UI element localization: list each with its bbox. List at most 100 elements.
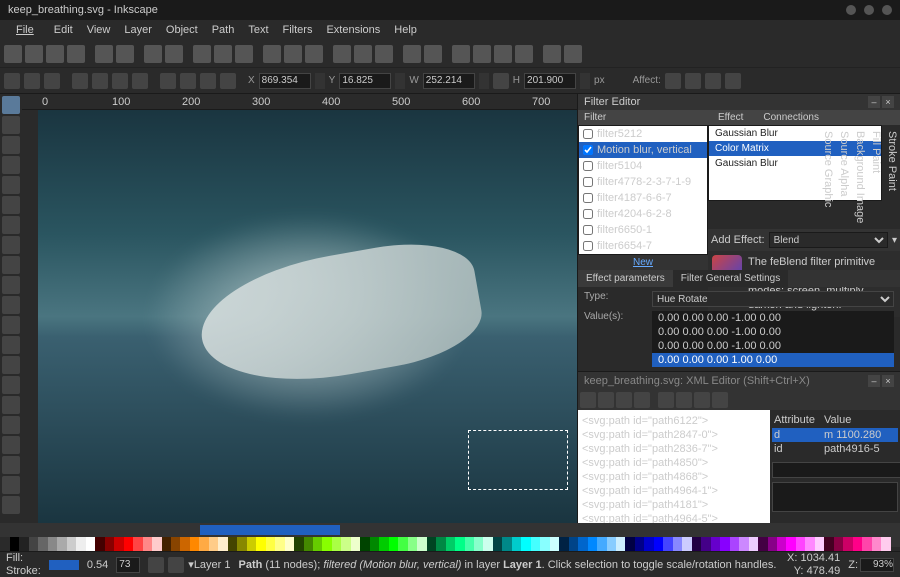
bezier-tool[interactable]: [2, 316, 20, 334]
affect-stroke-icon[interactable]: [665, 73, 681, 89]
ruler-horizontal[interactable]: 0100200300400500600700: [22, 94, 577, 110]
menu-view[interactable]: View: [81, 22, 117, 38]
color-swatch[interactable]: [644, 537, 653, 551]
color-swatch[interactable]: [483, 537, 492, 551]
new-filter-link[interactable]: New: [578, 255, 708, 270]
attr-row[interactable]: idpath4916-5: [772, 442, 898, 456]
color-swatch[interactable]: [578, 537, 587, 551]
opacity-value[interactable]: 0.54: [87, 559, 108, 571]
copy-icon[interactable]: [193, 45, 211, 63]
eraser-tool[interactable]: [2, 396, 20, 414]
canvas[interactable]: [38, 110, 577, 523]
zoom-tool[interactable]: [2, 156, 20, 174]
layer-visibility-icon[interactable]: [148, 557, 164, 573]
color-swatch[interactable]: [663, 537, 672, 551]
calligraphy-tool[interactable]: [2, 336, 20, 354]
color-swatch[interactable]: [682, 537, 691, 551]
color-swatch[interactable]: [758, 537, 767, 551]
menu-edit[interactable]: Edit: [48, 22, 79, 38]
color-swatch[interactable]: [199, 537, 208, 551]
color-swatch[interactable]: [417, 537, 426, 551]
flip-v-icon[interactable]: [132, 73, 148, 89]
layer-selector[interactable]: ▾Layer 1: [188, 558, 230, 571]
xml-outdent-icon[interactable]: [676, 392, 692, 408]
menu-file[interactable]: File: [4, 22, 46, 38]
color-swatch[interactable]: [389, 537, 398, 551]
color-swatch[interactable]: [720, 537, 729, 551]
color-swatch[interactable]: [521, 537, 530, 551]
filter-checkbox[interactable]: [583, 193, 593, 203]
color-swatch[interactable]: [351, 537, 360, 551]
color-swatch[interactable]: [379, 537, 388, 551]
color-swatch[interactable]: [218, 537, 227, 551]
filter-item[interactable]: filter4778-2-3-7-1-9: [579, 174, 707, 190]
add-effect-select[interactable]: Blend: [769, 232, 888, 248]
color-swatch[interactable]: [180, 537, 189, 551]
xml-node[interactable]: <svg:path id="path4964-1">: [582, 484, 766, 498]
raise-icon[interactable]: [180, 73, 196, 89]
duplicate-icon[interactable]: [333, 45, 351, 63]
color-swatch[interactable]: [275, 537, 284, 551]
xml-new-text-icon[interactable]: [598, 392, 614, 408]
spiral-tool[interactable]: [2, 276, 20, 294]
paste-icon[interactable]: [235, 45, 253, 63]
xml-delete-icon[interactable]: [634, 392, 650, 408]
panel-close-icon[interactable]: ×: [882, 96, 894, 108]
ellipse-tool[interactable]: [2, 236, 20, 254]
color-swatch[interactable]: [256, 537, 265, 551]
clone-icon[interactable]: [354, 45, 372, 63]
color-swatch[interactable]: [616, 537, 625, 551]
color-swatch[interactable]: [86, 537, 95, 551]
filter-source-tabs[interactable]: Stroke PaintFill PaintBackground ImageSo…: [882, 125, 900, 229]
xml-editor-title[interactable]: keep_breathing.svg: XML Editor (Shift+Ct…: [578, 372, 900, 390]
color-swatch[interactable]: [398, 537, 407, 551]
color-swatch[interactable]: [730, 537, 739, 551]
color-swatch[interactable]: [332, 537, 341, 551]
measure-tool[interactable]: [2, 176, 20, 194]
filter-item[interactable]: filter4187-6-6-7: [579, 190, 707, 206]
filter-item[interactable]: filter4204-6-2-8: [579, 206, 707, 222]
menu-path[interactable]: Path: [206, 22, 241, 38]
color-swatch[interactable]: [171, 537, 180, 551]
color-swatch[interactable]: [124, 537, 133, 551]
color-swatch[interactable]: [815, 537, 824, 551]
cut-icon[interactable]: [214, 45, 232, 63]
lock-icon[interactable]: [493, 73, 509, 89]
attr-row[interactable]: dm 1100.280: [772, 428, 898, 442]
color-swatch[interactable]: [427, 537, 436, 551]
align-icon[interactable]: [515, 45, 533, 63]
color-swatch[interactable]: [559, 537, 568, 551]
xml-node[interactable]: <svg:path id="path4868">: [582, 470, 766, 484]
rect-tool[interactable]: [2, 196, 20, 214]
affect-gradient-icon[interactable]: [705, 73, 721, 89]
color-swatch[interactable]: [796, 537, 805, 551]
color-swatch[interactable]: [711, 537, 720, 551]
color-swatch[interactable]: [10, 537, 19, 551]
color-swatch[interactable]: [285, 537, 294, 551]
color-swatch[interactable]: [654, 537, 663, 551]
color-swatch[interactable]: [824, 537, 833, 551]
color-swatch[interactable]: [465, 537, 474, 551]
color-swatch[interactable]: [512, 537, 521, 551]
raise-top-icon[interactable]: [160, 73, 176, 89]
color-swatch[interactable]: [635, 537, 644, 551]
xml-node[interactable]: <svg:path id="path2836-7">: [582, 442, 766, 456]
new-icon[interactable]: [4, 45, 22, 63]
color-swatch[interactable]: [786, 537, 795, 551]
filter-checkbox[interactable]: [583, 161, 593, 171]
color-swatch[interactable]: [673, 537, 682, 551]
color-swatch[interactable]: [266, 537, 275, 551]
color-swatch[interactable]: [805, 537, 814, 551]
star-tool[interactable]: [2, 256, 20, 274]
filter-item[interactable]: filter6650-1: [579, 222, 707, 238]
x-spinner[interactable]: [315, 73, 325, 89]
color-swatch[interactable]: [209, 537, 218, 551]
color-swatch[interactable]: [625, 537, 634, 551]
export-icon[interactable]: [116, 45, 134, 63]
menu-extensions[interactable]: Extensions: [320, 22, 386, 38]
3dbox-tool[interactable]: [2, 216, 20, 234]
color-swatch[interactable]: [436, 537, 445, 551]
node-tool[interactable]: [2, 116, 20, 134]
color-swatch[interactable]: [322, 537, 331, 551]
select-layers-icon[interactable]: [24, 73, 40, 89]
